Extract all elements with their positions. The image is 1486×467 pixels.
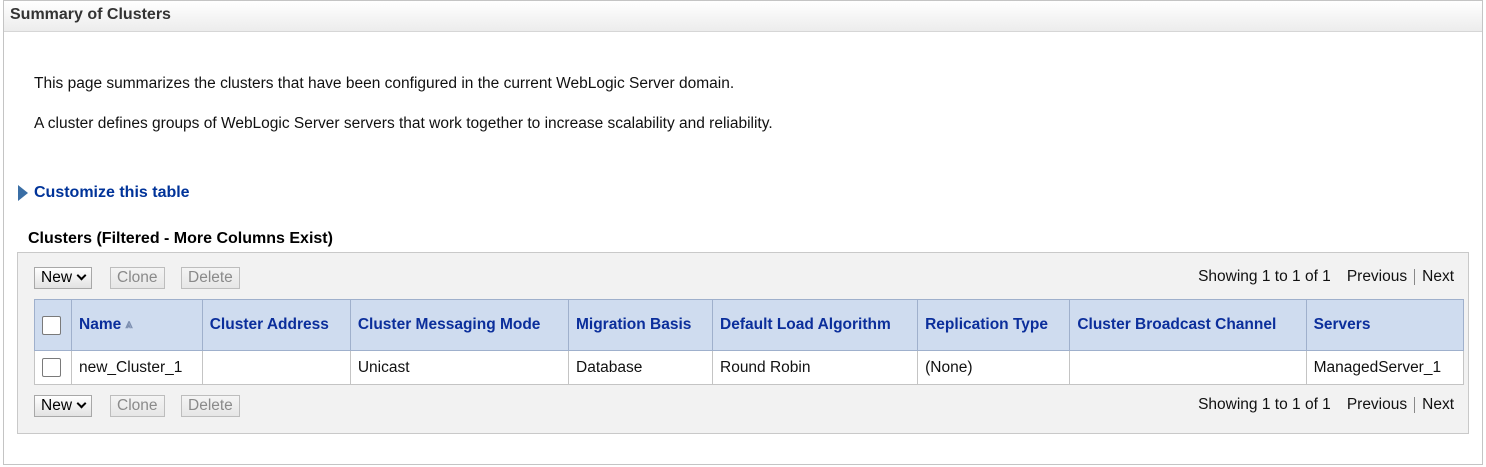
column-header-load-algorithm[interactable]: Default Load Algorithm [711,299,919,351]
column-header-replication-type[interactable]: Replication Type [917,299,1071,351]
servers-link[interactable]: ManagedServer_1 [1305,350,1465,385]
pager-divider [1414,269,1416,285]
description-line-2: A cluster defines groups of WebLogic Ser… [34,115,773,132]
delete-button[interactable]: Delete [181,267,240,289]
page-header: Summary of Clusters [4,1,1482,32]
table-toolbar-top: New Clone Delete Showing 1 to 1 of 1 Pre… [34,267,1458,293]
chevron-down-icon [76,270,87,281]
customize-table-label: Customize this table [34,184,190,201]
clone-button[interactable]: Clone [110,267,165,289]
delete-button-bottom[interactable]: Delete [181,395,240,417]
column-header-broadcast-channel[interactable]: Cluster Broadcast Channel [1069,299,1307,351]
table-row: new_Cluster_1 Unicast Database Round Rob… [34,350,1465,385]
load-algorithm-cell: Round Robin [711,350,919,385]
next-link[interactable]: Next [1422,268,1454,286]
previous-link[interactable]: Previous [1347,396,1407,414]
page-frame: Summary of Clusters This page summarizes… [3,0,1483,465]
column-header-name[interactable]: Name ⩓ [71,299,203,351]
clusters-table: Name ⩓ Cluster Address Cluster Messaging … [34,299,1465,385]
showing-count: Showing 1 to 1 of 1 [1198,396,1331,413]
next-link[interactable]: Next [1422,396,1454,414]
sort-ascending-icon[interactable]: ⩓ [125,316,132,332]
previous-link[interactable]: Previous [1347,268,1407,286]
new-button-label: New [41,397,73,414]
chevron-down-icon [76,398,87,409]
row-select-cell [34,350,72,385]
description-line-1: This page summarizes the clusters that h… [34,75,735,92]
cluster-name-link[interactable]: new_Cluster_1 [71,350,203,385]
new-button[interactable]: New [34,267,93,289]
select-all-header [34,299,72,351]
cluster-address-cell [201,350,351,385]
column-header-cluster-address[interactable]: Cluster Address [201,299,351,351]
showing-count: Showing 1 to 1 of 1 [1198,268,1331,285]
clusters-table-panel: New Clone Delete Showing 1 to 1 of 1 Pre… [17,252,1469,434]
table-header-row: Name ⩓ Cluster Address Cluster Messaging … [34,299,1465,351]
column-header-migration-basis[interactable]: Migration Basis [568,299,713,351]
messaging-mode-cell: Unicast [349,350,570,385]
pager-divider [1414,397,1416,413]
customize-table-link[interactable]: Customize this table [18,184,190,202]
migration-basis-cell: Database [568,350,713,385]
expand-triangle-icon [18,185,28,201]
table-toolbar-bottom: New Clone Delete Showing 1 to 1 of 1 Pre… [34,395,1458,421]
row-checkbox[interactable] [42,358,61,377]
clusters-table-title: Clusters (Filtered - More Columns Exist) [28,230,333,247]
clone-button-bottom[interactable]: Clone [110,395,165,417]
column-header-messaging-mode[interactable]: Cluster Messaging Mode [349,299,570,351]
pager-top: Showing 1 to 1 of 1 Previous Next [1198,268,1454,286]
new-button-bottom[interactable]: New [34,395,93,417]
page-title: Summary of Clusters [10,6,171,23]
column-header-name-label: Name [79,316,122,333]
pager-bottom: Showing 1 to 1 of 1 Previous Next [1198,396,1454,414]
broadcast-channel-cell [1069,350,1307,385]
new-button-label: New [41,269,73,286]
column-header-servers[interactable]: Servers [1305,299,1465,351]
select-all-checkbox[interactable] [42,315,61,335]
replication-type-cell: (None) [917,350,1071,385]
